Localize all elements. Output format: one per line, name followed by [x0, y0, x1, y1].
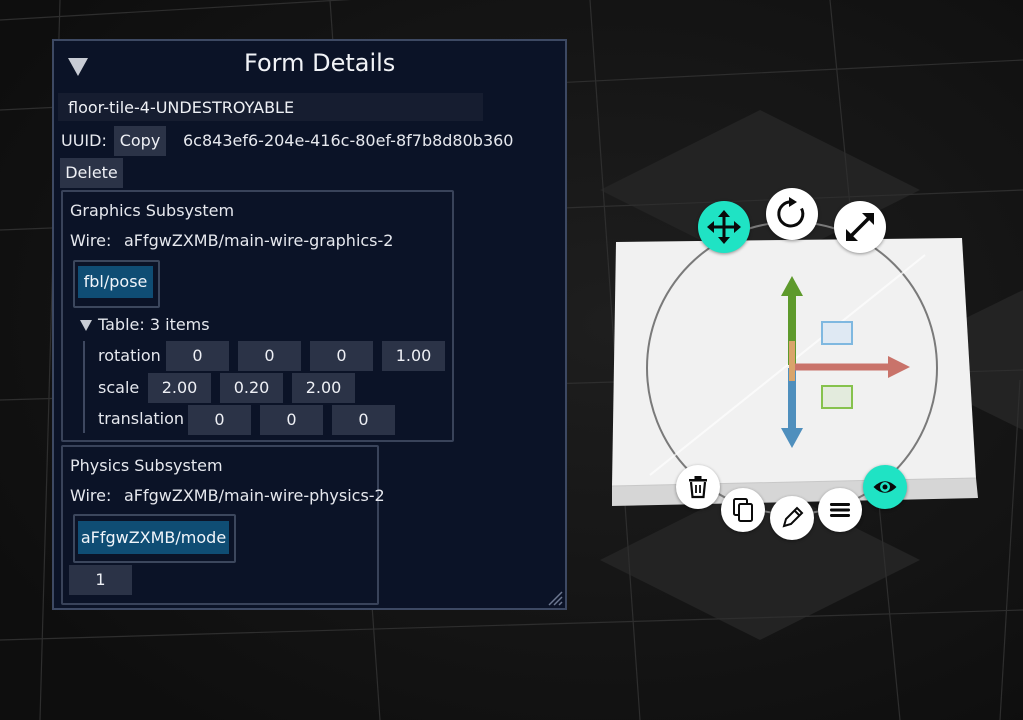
table-collapse-icon[interactable] [80, 320, 92, 331]
fbl-pose-chip[interactable]: fbl/pose [78, 266, 153, 298]
edit-icon [782, 506, 804, 528]
rotation-x[interactable]: 0 [166, 341, 229, 371]
edit-button[interactable] [770, 496, 814, 540]
physics-subsystem-title: Physics Subsystem [70, 456, 223, 475]
form-details-panel: Form Details UUID: Copy 6c843ef6-204e-41… [52, 39, 567, 610]
rotation-y[interactable]: 0 [238, 341, 301, 371]
move-icon [707, 210, 741, 244]
rotate-button[interactable] [766, 188, 818, 240]
copy-uuid-button[interactable]: Copy [114, 126, 166, 156]
uuid-label: UUID: [61, 131, 107, 150]
mode-value[interactable]: 1 [69, 565, 132, 595]
translation-y[interactable]: 0 [260, 405, 323, 435]
translation-x[interactable]: 0 [188, 405, 251, 435]
delete-icon [689, 476, 707, 499]
table-label: Table: 3 items [98, 315, 210, 334]
menu-icon [830, 503, 850, 517]
rotation-z[interactable]: 0 [310, 341, 373, 371]
rotation-w[interactable]: 1.00 [382, 341, 445, 371]
table-rule [83, 341, 85, 433]
graphics-wire-value: aFfgwZXMB/main-wire-graphics-2 [124, 231, 394, 250]
duplicate-icon [733, 498, 753, 522]
physics-wire-value: aFfgwZXMB/main-wire-physics-2 [124, 486, 385, 505]
duplicate-button[interactable] [721, 488, 765, 532]
scale-x[interactable]: 2.00 [148, 373, 211, 403]
mode-chip[interactable]: aFfgwZXMB/mode [78, 521, 229, 554]
panel-title: Form Details [244, 49, 396, 77]
graphics-wire-label: Wire: [70, 231, 112, 250]
scale-z[interactable]: 2.00 [292, 373, 355, 403]
scale-label: scale [98, 378, 140, 397]
visibility-icon [873, 481, 897, 493]
delete-button[interactable] [676, 465, 720, 509]
uuid-value: 6c843ef6-204e-416c-80ef-8f7b8d80b360 [183, 131, 514, 150]
scale-y[interactable]: 0.20 [220, 373, 283, 403]
physics-wire-label: Wire: [70, 486, 112, 505]
collapse-triangle-icon[interactable] [68, 58, 88, 76]
rotation-label: rotation [98, 346, 161, 365]
resize-grip-icon[interactable] [547, 590, 563, 606]
translation-label: translation [98, 409, 185, 428]
move-button[interactable] [698, 201, 750, 253]
scale-button[interactable] [834, 201, 886, 253]
graphics-subsystem-title: Graphics Subsystem [70, 201, 235, 220]
visibility-button[interactable] [863, 465, 907, 509]
menu-button[interactable] [818, 488, 862, 532]
translation-z[interactable]: 0 [332, 405, 395, 435]
form-name-field[interactable] [58, 93, 483, 121]
scale-icon [846, 213, 874, 241]
delete-form-button[interactable]: Delete [60, 158, 123, 188]
rotate-icon [777, 197, 805, 228]
